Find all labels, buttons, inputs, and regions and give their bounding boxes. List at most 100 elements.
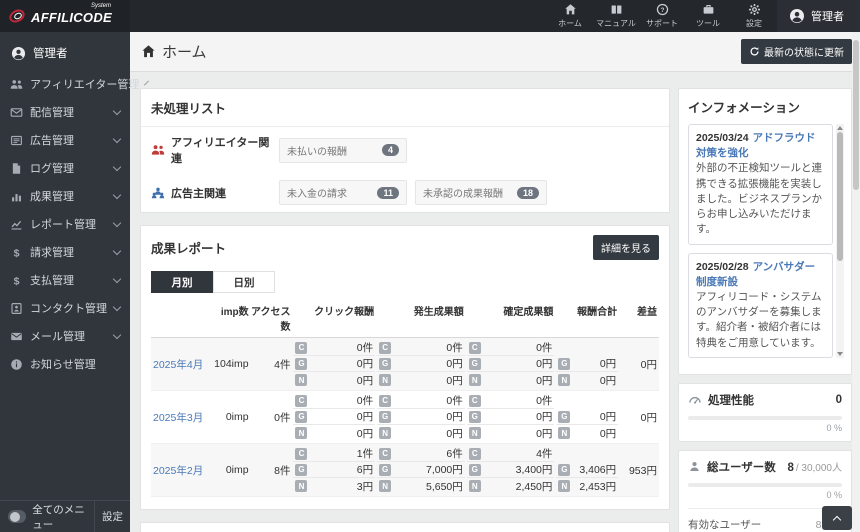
envelope-icon <box>10 330 23 343</box>
home-icon <box>564 3 577 16</box>
svg-text:?: ? <box>660 7 664 14</box>
badge-g: G <box>379 463 392 476</box>
ad-board-icon <box>10 134 23 147</box>
metric-value: 0件 <box>446 342 463 354</box>
sidebar-item-affiliater[interactable]: アフィリエイター管理 <box>0 70 150 98</box>
badge-c: C <box>295 394 308 407</box>
info-scrollbar[interactable] <box>836 124 844 358</box>
page-header: ホーム 最新の状態に更新 <box>130 32 860 72</box>
metric-value: 0円 <box>536 427 553 440</box>
user-menu[interactable]: 管理者 <box>777 0 860 32</box>
pending-row-label: アフィリエイター関連 <box>151 134 273 166</box>
metric-value: 6円 <box>356 464 374 476</box>
people-icon <box>151 186 165 200</box>
sidebar-settings-button[interactable]: 設定 <box>94 501 130 532</box>
badge-g: G <box>468 463 481 476</box>
click-reward-cell: C 0件 G 0円 N 0円 <box>292 338 376 390</box>
person-icon <box>688 460 701 473</box>
confirmed-amount-cell: C 4件 G 3,400円 N 2,450円 <box>466 444 556 496</box>
chevron-down-icon <box>112 190 122 199</box>
topnav-tools[interactable]: ツール <box>685 0 731 32</box>
metric-value: 0円 <box>536 374 553 387</box>
badge-g: G <box>468 357 481 370</box>
month-link[interactable]: 2025年3月 <box>153 410 203 425</box>
click-reward-cell: C 1件 G 6円 N 3円 <box>292 444 376 496</box>
badge-c: C <box>468 341 481 354</box>
bar-chart-icon <box>10 190 23 203</box>
table-row: 2025年2月 0imp 8件 C 1件 G 6円 N 3円 C 6件 G 7,000円 <box>151 444 659 497</box>
tab-daily[interactable]: 日別 <box>213 271 275 293</box>
scroll-down-arrow-icon[interactable] <box>837 351 843 356</box>
performance-value: 0 <box>835 393 842 406</box>
metric-value: 3円 <box>356 480 374 493</box>
information-entry: 2025/02/28 アンバサダー制度新設 アフィリコード・システムのアンバサダー… <box>688 252 833 358</box>
metric-value: 0円 <box>446 427 463 440</box>
sidebar-user-name: 管理者 <box>33 48 68 60</box>
sidebar-item-billing[interactable]: $ 請求管理 <box>0 238 130 266</box>
sidebar-item-contact[interactable]: コンタクト管理 <box>0 294 130 322</box>
information-panel: インフォメーション 2025/03/24 アドフラウド対策を強化 外部の不正検知ツ… <box>678 88 852 375</box>
briefcase-icon <box>702 3 715 16</box>
badge-n: N <box>295 374 308 386</box>
scroll-to-top-button[interactable] <box>822 506 852 530</box>
month-link[interactable]: 2025年4月 <box>153 357 203 372</box>
topnav-support[interactable]: ? サポート <box>639 0 685 32</box>
topnav-home[interactable]: ホーム <box>547 0 593 32</box>
svg-text:$: $ <box>14 275 20 286</box>
sidebar-item-distribution[interactable]: 配信管理 <box>0 98 130 126</box>
badge-g: G <box>558 410 571 423</box>
badge-n: N <box>379 427 392 439</box>
sidebar-item-notices[interactable]: お知らせ管理 <box>0 350 130 378</box>
metric-value: 0円 <box>446 411 463 423</box>
scrollbar-thumb[interactable] <box>837 132 843 261</box>
count-badge: 4 <box>381 144 399 156</box>
pending-row-advertiser: 広告主関連 未入金の請求 11 未承認の成果報酬 18 <box>141 173 669 212</box>
page-scrollbar[interactable] <box>852 32 860 532</box>
send-mail-icon <box>10 106 23 119</box>
month-link[interactable]: 2025年2月 <box>153 463 203 478</box>
pending-chip-unapproved-results[interactable]: 未承認の成果報酬 18 <box>415 180 548 205</box>
sidebar-item-payment[interactable]: $ 支払管理 <box>0 266 130 294</box>
badge-c: C <box>379 394 392 407</box>
badge-g: G <box>295 463 308 476</box>
badge-n: N <box>558 427 571 439</box>
sidebar-item-mail[interactable]: メール管理 <box>0 322 130 350</box>
report-detail-button[interactable]: 詳細を見る <box>593 235 659 260</box>
sidebar-item-results[interactable]: 成果管理 <box>0 182 130 210</box>
sidebar-item-reports[interactable]: レポート管理 <box>0 210 130 238</box>
brand-logo[interactable]: AFFILICODE System <box>0 0 130 32</box>
metric-value: 7,000円 <box>425 464 463 476</box>
metric-value: 0円 <box>356 411 374 423</box>
metric-value: 3,400円 <box>515 464 553 476</box>
all-menu-toggle[interactable] <box>8 510 27 523</box>
sidebar-item-ads[interactable]: 広告管理 <box>0 126 130 154</box>
information-body: アフィリコード・システムのアンバサダーを募集します。紹介者・被紹介者には特典をご… <box>696 290 822 349</box>
page-scrollbar-thumb[interactable] <box>853 40 859 190</box>
user-avatar-icon <box>789 8 805 24</box>
all-menu-toggle-row: 全てのメニュー <box>0 501 94 532</box>
performance-header: 処理性能 0 <box>688 392 842 408</box>
gauge-icon <box>688 393 702 407</box>
scroll-up-arrow-icon[interactable] <box>837 126 843 130</box>
occurred-amount-cell: C 0件 G 0円 N 0円 <box>376 391 466 443</box>
user-name: 管理者 <box>811 11 844 23</box>
badge-n: N <box>295 427 308 439</box>
chevron-down-icon <box>112 218 122 227</box>
page-title: ホーム <box>141 41 207 62</box>
report-table: imp数 アクセス数 クリック報酬 発生成果額 確定成果額 報酬合計 差益 20… <box>151 303 659 497</box>
topnav-manual[interactable]: マニュアル <box>593 0 639 32</box>
pending-chip-unpaid-reward[interactable]: 未払いの報酬 4 <box>279 137 407 163</box>
chevron-down-icon <box>112 302 122 311</box>
pending-list-title: 未処理リスト <box>141 89 669 127</box>
refresh-button[interactable]: 最新の状態に更新 <box>741 39 852 64</box>
tab-monthly[interactable]: 月別 <box>151 271 213 293</box>
sidebar-item-logs[interactable]: ログ管理 <box>0 154 130 182</box>
pending-chip-unpaid-billing[interactable]: 未入金の請求 11 <box>279 180 407 205</box>
metric-value: 0円 <box>599 358 617 370</box>
badge-c: C <box>295 447 308 460</box>
topnav-settings[interactable]: 設定 <box>731 0 777 32</box>
table-row: 2025年4月 104imp 4件 C 0件 G 0円 N 0円 C 0件 G 0円 <box>151 338 659 391</box>
brand-swoosh-icon <box>7 6 27 25</box>
sidebar-user[interactable]: 管理者 <box>0 32 130 70</box>
performance-progress-bar <box>688 415 842 420</box>
